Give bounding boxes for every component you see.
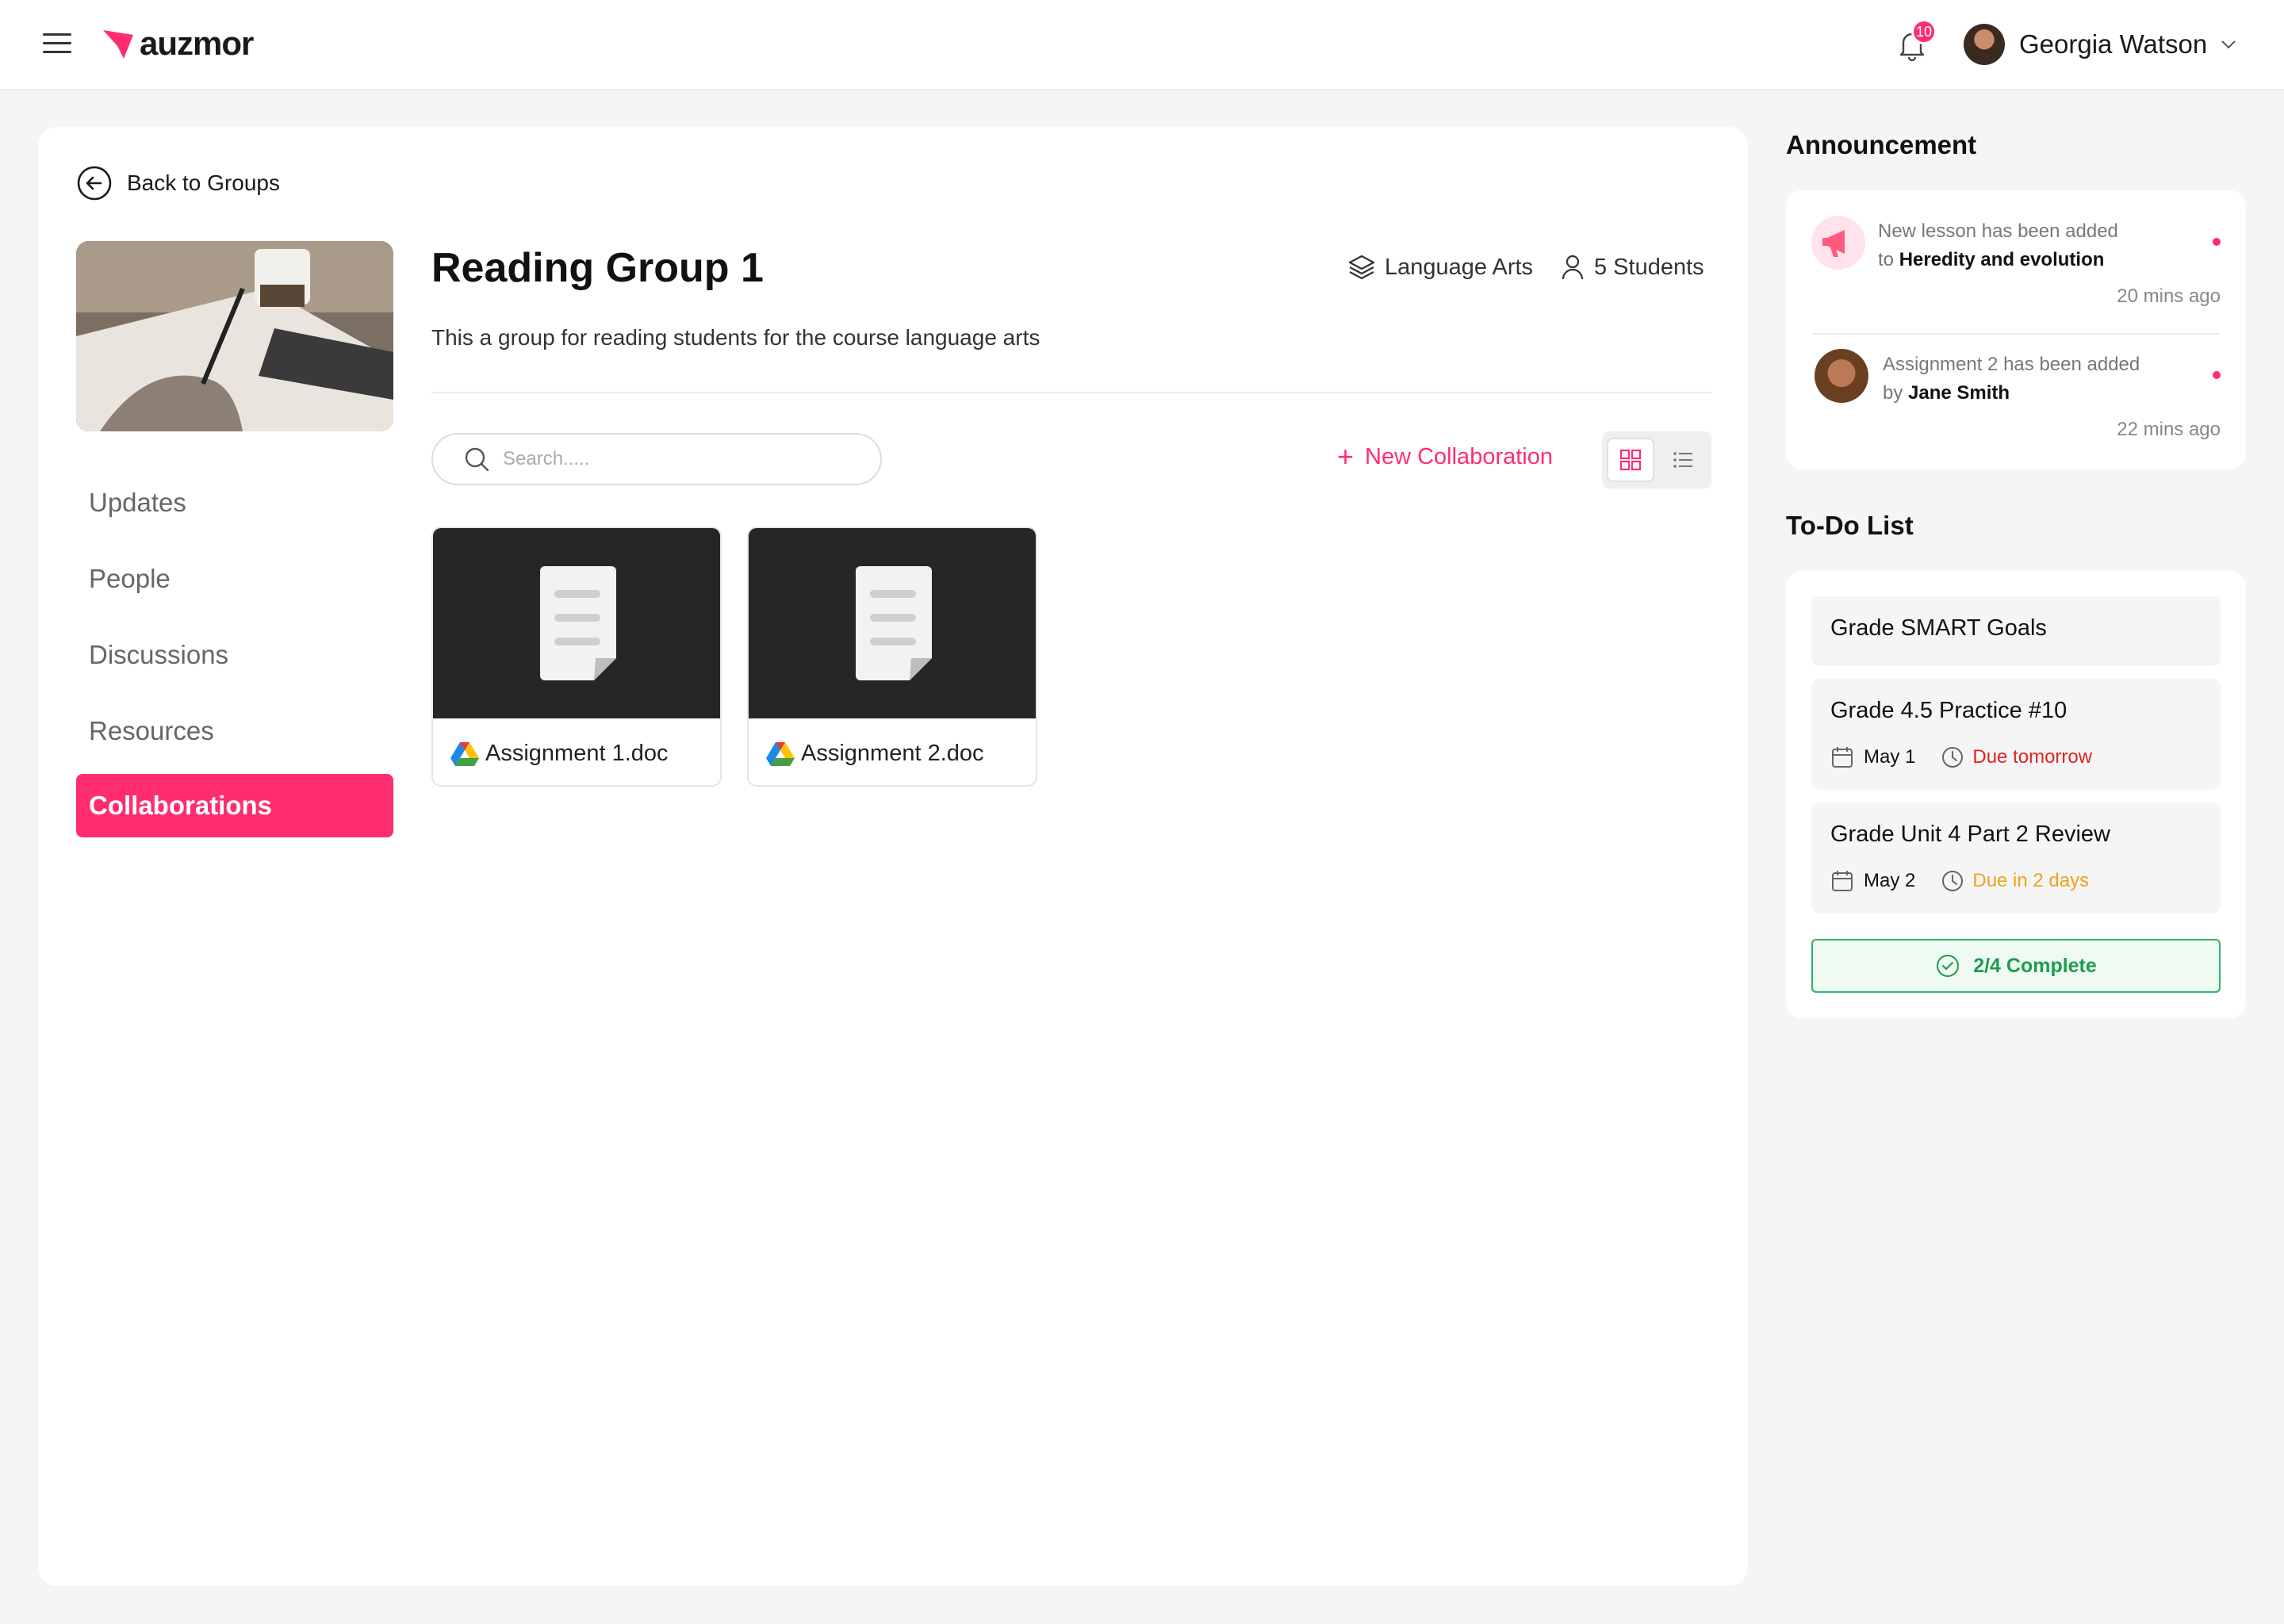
clock-icon — [1942, 747, 1964, 768]
file-footer: Assignment 1.doc — [433, 718, 720, 785]
announcement-text: Assignment 2 has been added — [1883, 354, 2140, 375]
file-name: Assignment 2.doc — [801, 740, 984, 766]
file-thumbnail — [749, 528, 1036, 718]
notification-badge: 10 — [1911, 19, 1937, 44]
announcement-highlight[interactable]: Heredity and evolution — [1899, 249, 2105, 270]
unread-dot — [2213, 371, 2221, 379]
complete-progress-button[interactable]: 2/4 Complete — [1811, 939, 2221, 993]
google-drive-icon — [766, 742, 795, 766]
nav-collaborations[interactable]: Collaborations — [76, 774, 393, 837]
todo-item-meta: May 2 Due in 2 days — [1830, 869, 2089, 893]
nav-people[interactable]: People — [76, 547, 393, 611]
file-card[interactable]: Assignment 2.doc — [747, 527, 1037, 787]
students-meta: 5 Students — [1559, 252, 1704, 282]
auzmor-logo-mark-icon — [103, 30, 133, 59]
todo-item[interactable]: Grade 4.5 Practice #10 May 1 Due tomorro… — [1811, 679, 2221, 790]
back-label: Back to Groups — [127, 170, 280, 195]
view-toggle — [1602, 431, 1711, 488]
todo-item[interactable]: Grade Unit 4 Part 2 Review May 2 Due in … — [1811, 802, 2221, 914]
file-name: Assignment 1.doc — [485, 740, 669, 766]
new-collaboration-button[interactable]: + New Collaboration — [1337, 442, 1553, 471]
layers-icon — [1348, 255, 1375, 280]
brand-name: auzmor — [140, 25, 254, 62]
back-to-groups-link[interactable]: Back to Groups — [76, 165, 280, 201]
new-collaboration-label: New Collaboration — [1365, 443, 1553, 469]
grid-icon — [1619, 449, 1642, 471]
announcement-title: Announcement — [1786, 130, 1977, 159]
todo-item[interactable]: Grade SMART Goals — [1811, 596, 2221, 666]
menu-icon[interactable] — [43, 32, 71, 56]
list-view-button[interactable] — [1659, 438, 1707, 482]
todo-item-meta: May 1 Due tomorrow — [1830, 745, 2092, 769]
todo-title: To-Do List — [1786, 511, 1914, 540]
calendar-icon — [1832, 871, 1853, 891]
announcement-time: 22 mins ago — [2117, 419, 2221, 440]
todo-due: Due tomorrow — [1972, 746, 2093, 768]
todo-date: May 1 — [1864, 746, 1916, 768]
check-circle-icon — [1937, 955, 1960, 977]
grid-view-button[interactable] — [1607, 438, 1654, 482]
announcement-item[interactable]: Assignment 2 has been added by Jane Smit… — [1811, 349, 2221, 452]
calendar-icon — [1832, 747, 1853, 768]
group-cover-image — [76, 241, 393, 431]
search-input[interactable] — [501, 447, 853, 471]
document-icon — [540, 566, 616, 680]
announcement-text: New lesson has been added — [1878, 220, 2118, 242]
document-icon — [856, 566, 932, 680]
nav-resources[interactable]: Resources — [76, 699, 393, 763]
announcement-subtext: by Jane Smith — [1883, 382, 2010, 404]
divider — [431, 392, 1711, 393]
announcement-item[interactable]: New lesson has been added to Heredity an… — [1811, 216, 2221, 319]
todo-date: May 2 — [1864, 870, 1916, 891]
students-count: 5 Students — [1594, 254, 1704, 280]
todo-due: Due in 2 days — [1972, 870, 2090, 891]
megaphone-icon — [1811, 216, 1865, 270]
arrow-left-circle-icon — [77, 166, 112, 201]
file-footer: Assignment 2.doc — [749, 718, 1036, 785]
todo-item-title: Grade SMART Goals — [1830, 615, 2047, 641]
top-bar: auzmor 10 Georgia Watson — [0, 0, 2284, 90]
chevron-down-icon — [2221, 40, 2236, 49]
search-box[interactable] — [431, 433, 882, 485]
user-icon — [1562, 255, 1584, 280]
subject-meta: Language Arts — [1347, 252, 1533, 282]
nav-updates[interactable]: Updates — [76, 471, 393, 534]
page-title: Reading Group 1 — [431, 245, 764, 291]
todo-card: Grade SMART Goals Grade 4.5 Practice #10… — [1786, 571, 2246, 1018]
divider — [1811, 333, 2221, 335]
list-icon — [1673, 452, 1692, 468]
announcement-highlight[interactable]: Jane Smith — [1908, 382, 2010, 404]
announcement-time: 20 mins ago — [2117, 285, 2221, 307]
user-menu[interactable]: Georgia Watson — [1964, 22, 2237, 67]
todo-item-title: Grade 4.5 Practice #10 — [1830, 698, 2067, 723]
group-description: This a group for reading students for th… — [431, 325, 1040, 350]
file-thumbnail — [433, 528, 720, 718]
file-card[interactable]: Assignment 1.doc — [431, 527, 722, 787]
user-avatar — [1964, 24, 2005, 65]
logo[interactable]: auzmor — [102, 24, 254, 63]
announcement-prefix: to — [1878, 249, 1895, 270]
google-drive-icon — [450, 742, 479, 766]
announcement-subtext: to Heredity and evolution — [1878, 249, 2104, 271]
complete-label: 2/4 Complete — [1973, 954, 2097, 977]
user-avatar — [1815, 349, 1868, 403]
subject-label: Language Arts — [1385, 254, 1534, 280]
announcement-prefix: by — [1883, 382, 1903, 404]
unread-dot — [2213, 238, 2221, 246]
todo-item-title: Grade Unit 4 Part 2 Review — [1830, 822, 2110, 847]
clock-icon — [1942, 871, 1964, 891]
nav-discussions[interactable]: Discussions — [76, 623, 393, 687]
announcement-card: New lesson has been added to Heredity an… — [1786, 190, 2246, 469]
user-name: Georgia Watson — [2019, 29, 2208, 59]
plus-icon: + — [1337, 440, 1355, 473]
search-icon — [465, 447, 489, 472]
